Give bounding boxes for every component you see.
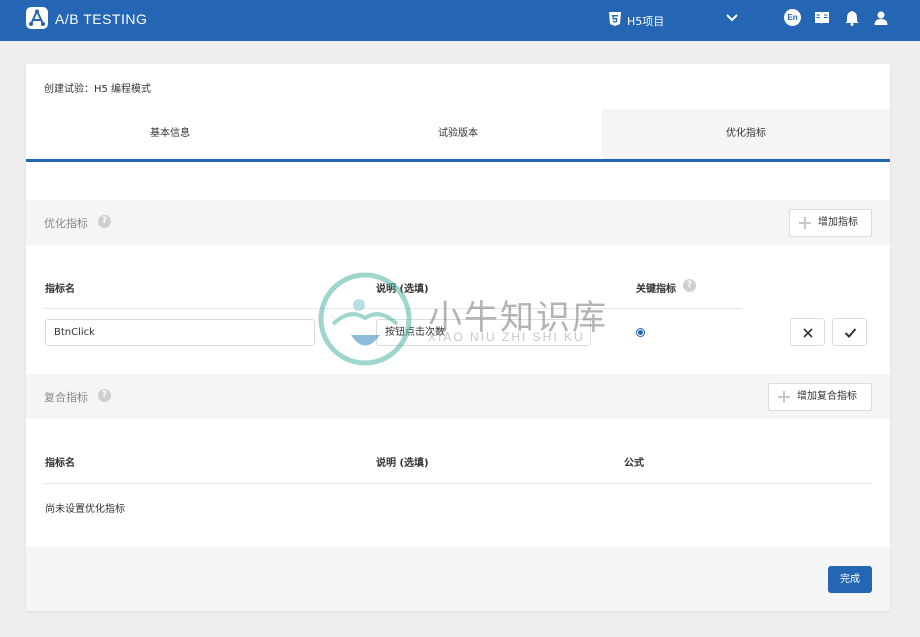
user-icon[interactable] bbox=[873, 10, 889, 26]
confirm-button[interactable] bbox=[832, 318, 867, 346]
plus-icon bbox=[799, 217, 811, 229]
tab-underline bbox=[26, 159, 890, 162]
tab-optimization-metrics[interactable]: 优化指标 bbox=[602, 109, 890, 159]
plus-icon bbox=[778, 391, 790, 403]
help-icon[interactable]: ? bbox=[98, 215, 111, 228]
top-bar: A/B TESTING H5项目 En bbox=[0, 0, 920, 41]
chevron-down-icon[interactable] bbox=[725, 13, 739, 23]
project-selector[interactable]: H5项目 bbox=[627, 13, 664, 29]
brand-name[interactable]: A/B TESTING bbox=[55, 11, 147, 27]
column-header-description: 说明 (选填) bbox=[376, 284, 429, 295]
main-card: 创建试验：H5 编程模式 基本信息 试验版本 优化指标 优化指标 ? 增加指标 … bbox=[26, 64, 890, 611]
book-icon[interactable] bbox=[814, 10, 830, 26]
column-header-key-metric: 关键指标 bbox=[636, 284, 676, 295]
done-button[interactable]: 完成 bbox=[828, 566, 872, 593]
metric-description-input[interactable]: 按钮点击次数 bbox=[376, 319, 591, 346]
column-header-name: 指标名 bbox=[45, 458, 75, 469]
check-icon bbox=[844, 328, 857, 338]
column-header-description: 说明 (选填) bbox=[376, 458, 429, 469]
cancel-button[interactable] bbox=[790, 318, 825, 346]
tab-bar: 基本信息 试验版本 优化指标 bbox=[26, 109, 890, 159]
add-metric-button[interactable]: 增加指标 bbox=[789, 209, 872, 237]
section-title: 复合指标 bbox=[44, 391, 88, 404]
html5-icon bbox=[609, 12, 621, 26]
close-icon bbox=[803, 328, 813, 338]
divider bbox=[44, 483, 872, 484]
tab-basic-info[interactable]: 基本信息 bbox=[26, 109, 314, 159]
footer bbox=[26, 547, 890, 611]
section-title: 优化指标 bbox=[44, 217, 88, 230]
help-icon[interactable]: ? bbox=[98, 389, 111, 402]
logo-icon[interactable] bbox=[26, 7, 48, 29]
tab-versions[interactable]: 试验版本 bbox=[314, 109, 602, 159]
composite-section-header: 复合指标 ? 增加复合指标 bbox=[26, 374, 890, 419]
page-title: 创建试验：H5 编程模式 bbox=[44, 84, 152, 95]
add-composite-metric-button[interactable]: 增加复合指标 bbox=[768, 383, 872, 411]
add-composite-metric-label: 增加复合指标 bbox=[797, 391, 857, 402]
metric-name-input[interactable]: BtnClick bbox=[45, 319, 315, 346]
column-header-formula: 公式 bbox=[624, 458, 644, 469]
language-icon[interactable]: En bbox=[784, 9, 801, 26]
optimization-section-header: 优化指标 ? 增加指标 bbox=[26, 200, 890, 245]
divider bbox=[44, 308, 742, 309]
key-metric-radio[interactable] bbox=[636, 328, 645, 337]
column-header-name: 指标名 bbox=[45, 284, 75, 295]
help-icon[interactable]: ? bbox=[683, 279, 696, 292]
bell-icon[interactable] bbox=[844, 10, 860, 26]
empty-state-text: 尚未设置优化指标 bbox=[45, 504, 125, 515]
add-metric-label: 增加指标 bbox=[818, 217, 858, 228]
